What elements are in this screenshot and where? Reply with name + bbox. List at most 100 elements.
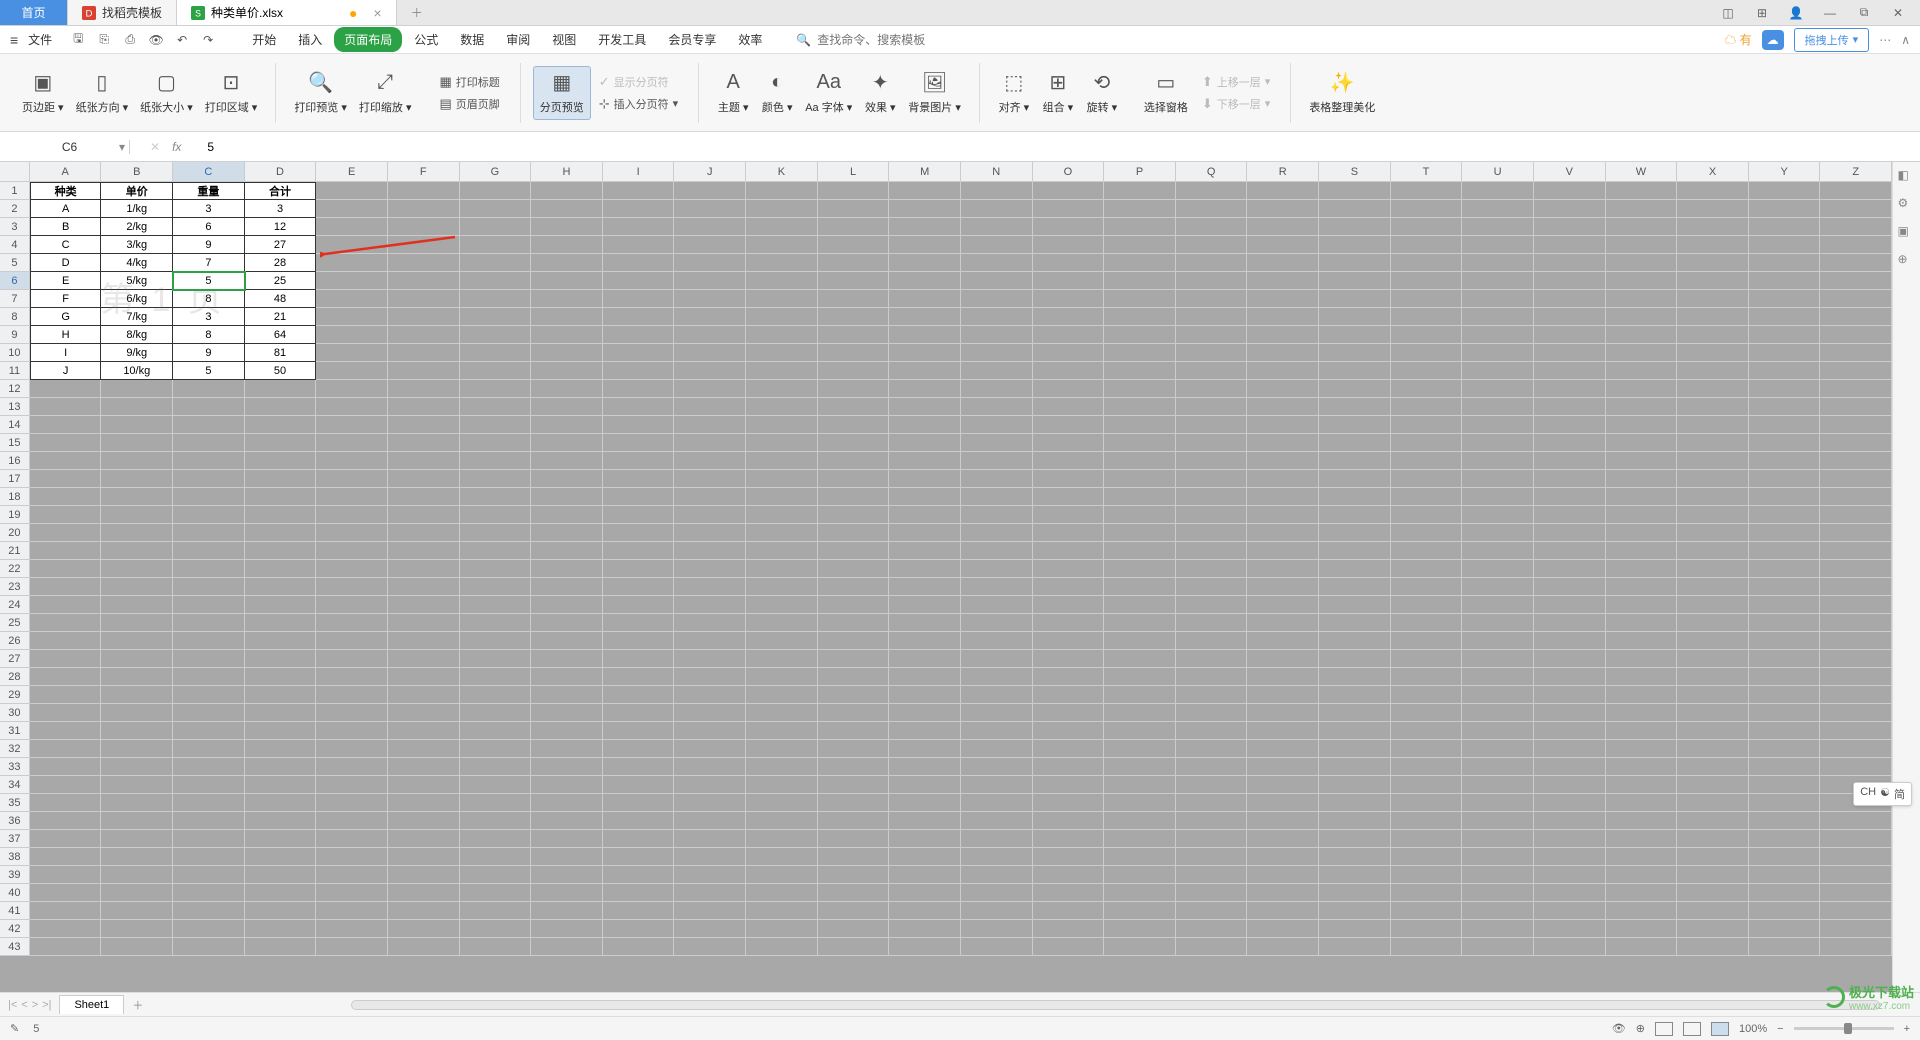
cell[interactable] (961, 560, 1033, 578)
cell[interactable] (603, 722, 675, 740)
col-header-V[interactable]: V (1534, 162, 1606, 182)
cell[interactable] (1820, 416, 1892, 434)
cell[interactable] (674, 452, 746, 470)
cell[interactable] (1176, 542, 1248, 560)
cell[interactable] (1391, 578, 1463, 596)
cell[interactable] (173, 380, 245, 398)
cell[interactable] (746, 884, 818, 902)
cell[interactable] (603, 434, 675, 452)
cell[interactable] (746, 902, 818, 920)
cell[interactable] (1820, 830, 1892, 848)
cell[interactable] (173, 578, 245, 596)
cell[interactable] (1033, 200, 1105, 218)
cell[interactable]: 2/kg (101, 218, 173, 236)
cell[interactable] (1247, 794, 1319, 812)
cell[interactable] (531, 326, 603, 344)
cell[interactable] (674, 596, 746, 614)
menu-tab-3[interactable]: 公式 (404, 27, 448, 52)
cell[interactable] (316, 182, 388, 200)
menu-tab-1[interactable]: 插入 (288, 27, 332, 52)
cell[interactable] (101, 650, 173, 668)
cell[interactable] (1606, 398, 1678, 416)
cell[interactable] (1462, 776, 1534, 794)
cell[interactable] (388, 704, 460, 722)
cell[interactable] (889, 308, 961, 326)
cell[interactable]: 3 (173, 200, 245, 218)
cell[interactable] (1391, 542, 1463, 560)
row-header[interactable]: 26 (0, 632, 30, 650)
cell[interactable] (1606, 344, 1678, 362)
cell[interactable] (1319, 524, 1391, 542)
cell[interactable] (1391, 758, 1463, 776)
cell[interactable] (1820, 218, 1892, 236)
cell[interactable] (101, 542, 173, 560)
cell[interactable] (1391, 434, 1463, 452)
cell[interactable] (1391, 272, 1463, 290)
cell[interactable] (531, 650, 603, 668)
cell[interactable] (101, 794, 173, 812)
cell[interactable] (1104, 938, 1176, 956)
cell[interactable] (1033, 812, 1105, 830)
cell[interactable] (1104, 290, 1176, 308)
cell[interactable] (746, 416, 818, 434)
cell[interactable] (531, 416, 603, 434)
cell[interactable] (674, 290, 746, 308)
cell[interactable] (961, 596, 1033, 614)
cell[interactable] (316, 650, 388, 668)
cell[interactable] (961, 758, 1033, 776)
cell[interactable] (603, 560, 675, 578)
cell[interactable] (1319, 920, 1391, 938)
cell[interactable] (674, 578, 746, 596)
cell[interactable] (603, 758, 675, 776)
cell[interactable] (1247, 668, 1319, 686)
cell[interactable] (1677, 632, 1749, 650)
cell[interactable] (746, 812, 818, 830)
cell[interactable] (316, 668, 388, 686)
cell[interactable] (603, 200, 675, 218)
cell[interactable] (818, 542, 890, 560)
cell[interactable] (1033, 614, 1105, 632)
cell[interactable]: 6/kg (101, 290, 173, 308)
cell[interactable] (1176, 308, 1248, 326)
cancel-icon[interactable]: ✕ (150, 140, 160, 154)
cell[interactable] (1820, 866, 1892, 884)
cell[interactable] (1749, 398, 1821, 416)
cell[interactable] (1462, 758, 1534, 776)
ribbon-效果[interactable]: ✦效果 ▾ (858, 67, 902, 119)
cell[interactable] (1820, 740, 1892, 758)
cell[interactable] (603, 830, 675, 848)
cell[interactable] (316, 812, 388, 830)
cell[interactable] (1749, 434, 1821, 452)
cell[interactable] (1391, 524, 1463, 542)
cell[interactable] (460, 848, 532, 866)
cell[interactable] (460, 290, 532, 308)
cell[interactable]: 10/kg (101, 362, 173, 380)
cell[interactable] (1677, 704, 1749, 722)
menu-tab-6[interactable]: 视图 (542, 27, 586, 52)
cell[interactable] (889, 272, 961, 290)
cell[interactable] (173, 614, 245, 632)
cell[interactable] (30, 614, 102, 632)
cell[interactable] (603, 452, 675, 470)
cell[interactable] (1033, 686, 1105, 704)
cell[interactable] (1749, 866, 1821, 884)
cell[interactable] (1033, 524, 1105, 542)
cell[interactable] (1319, 272, 1391, 290)
cell[interactable] (245, 506, 317, 524)
cell[interactable] (889, 812, 961, 830)
cell[interactable] (1462, 866, 1534, 884)
cell[interactable] (889, 218, 961, 236)
cell[interactable] (1176, 470, 1248, 488)
cell[interactable] (316, 614, 388, 632)
cell[interactable] (1033, 344, 1105, 362)
cell[interactable] (961, 650, 1033, 668)
cell[interactable] (1104, 470, 1176, 488)
cell[interactable] (460, 380, 532, 398)
cell[interactable] (1247, 416, 1319, 434)
row-header[interactable]: 34 (0, 776, 30, 794)
cell[interactable] (101, 596, 173, 614)
cell[interactable] (889, 416, 961, 434)
cell[interactable] (1462, 380, 1534, 398)
cell[interactable] (818, 812, 890, 830)
cell[interactable] (818, 452, 890, 470)
